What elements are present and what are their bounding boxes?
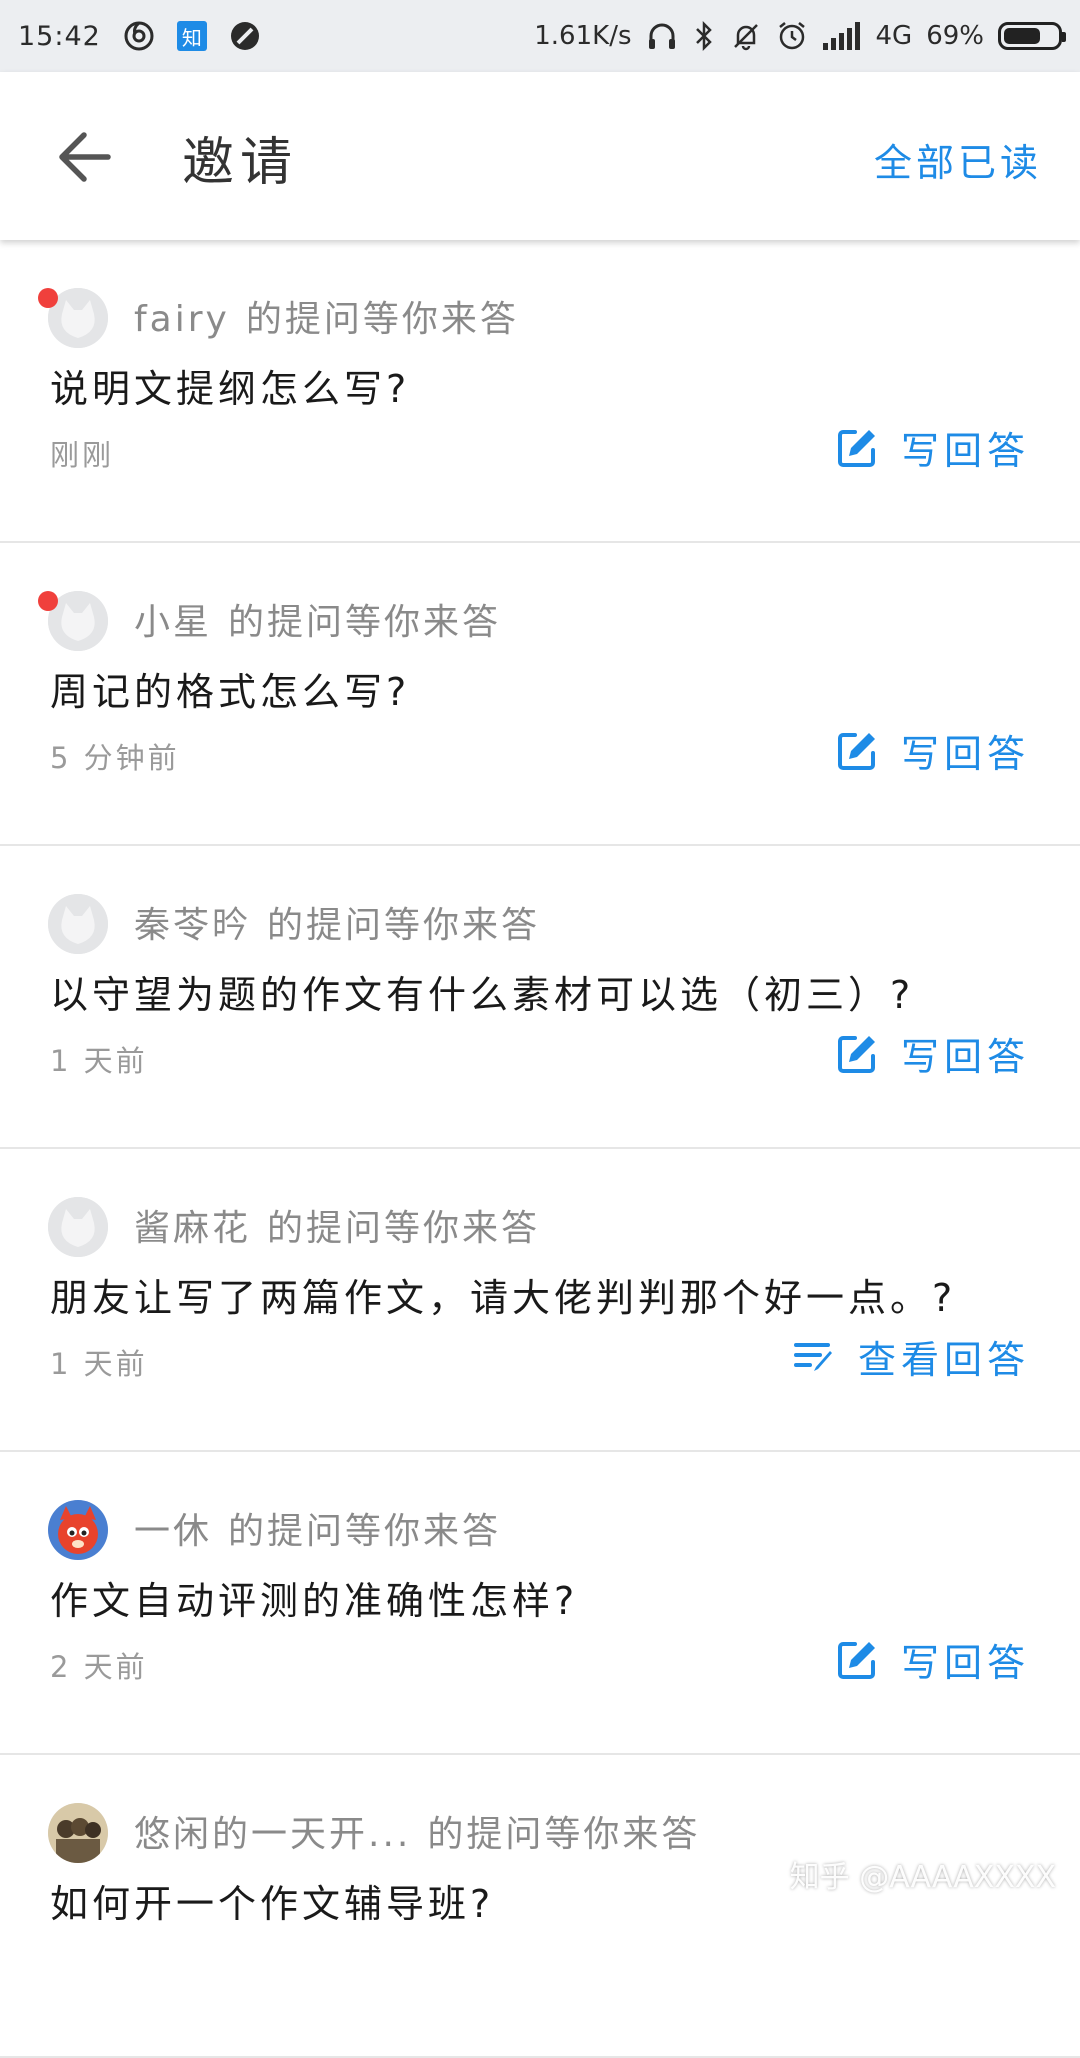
- timestamp: 1 天前: [50, 1347, 148, 1381]
- inviter-name[interactable]: 酱麻花: [134, 1208, 251, 1249]
- action-label: 查看回答: [857, 1338, 1030, 1382]
- edit-icon: [835, 1032, 879, 1076]
- invite-meta: 酱麻花 的提问等你来答: [134, 1199, 540, 1251]
- battery-fill: [1004, 28, 1040, 44]
- page-title: 邀请: [182, 133, 299, 193]
- list-item[interactable]: 酱麻花 的提问等你来答朋友让写了两篇作文，请大佬判判那个好一点。? 1 天前 查看回答: [0, 1149, 1080, 1452]
- dnd-icon: [229, 20, 261, 52]
- net-speed: 1.61K/s: [534, 21, 632, 51]
- write-answer-button[interactable]: 写回答: [835, 723, 1030, 778]
- invite-suffix: 的提问等你来答: [267, 905, 541, 946]
- unread-dot: [38, 591, 58, 611]
- avatar[interactable]: [48, 894, 108, 954]
- view-answers-icon: [792, 1335, 836, 1379]
- network-type: 4G: [875, 21, 913, 51]
- battery-icon: [998, 22, 1066, 50]
- edit-icon: [835, 729, 879, 773]
- list-item[interactable]: 小星 的提问等你来答周记的格式怎么写? 5 分钟前 写回答: [0, 543, 1080, 846]
- invite-suffix: 的提问等你来答: [427, 1814, 701, 1855]
- list-item[interactable]: 悠闲的一天开... 的提问等你来答 如何开一个作文辅导班?: [0, 1755, 1080, 2058]
- invite-meta: 一休 的提问等你来答: [134, 1502, 501, 1554]
- mark-all-read-button[interactable]: 全部已读: [874, 132, 1042, 187]
- action-label: 写回答: [900, 732, 1030, 776]
- clock: 15:42: [18, 20, 101, 52]
- timestamp: 刚刚: [50, 438, 115, 472]
- question-title[interactable]: 作文自动评测的准确性怎样?: [50, 1570, 578, 1625]
- headphones-icon: [646, 20, 678, 52]
- bell-off-icon: [730, 20, 762, 52]
- inviter-name[interactable]: 悠闲的一天开...: [134, 1814, 411, 1855]
- invite-meta: 小星 的提问等你来答: [134, 593, 501, 645]
- netease-music-icon: [123, 20, 155, 52]
- alarm-icon: [776, 20, 808, 52]
- invite-suffix: 的提问等你来答: [228, 1511, 502, 1552]
- invite-meta: 秦苓昑 的提问等你来答: [134, 896, 540, 948]
- zhihu-icon: 知: [176, 21, 207, 51]
- timestamp: 1 天前: [50, 1044, 148, 1078]
- question-title[interactable]: 周记的格式怎么写?: [50, 661, 410, 716]
- back-arrow-icon[interactable]: [54, 127, 114, 187]
- question-title[interactable]: 说明文提纲怎么写?: [50, 358, 410, 413]
- question-title[interactable]: 朋友让写了两篇作文，请大佬判判那个好一点。?: [50, 1267, 956, 1322]
- invite-suffix: 的提问等你来答: [245, 299, 519, 340]
- timestamp: 2 天前: [50, 1650, 148, 1684]
- question-title[interactable]: 以守望为题的作文有什么素材可以选（初三）?: [50, 964, 914, 1019]
- app-header: 邀请 全部已读: [0, 72, 1080, 240]
- list-item[interactable]: 一休 的提问等你来答作文自动评测的准确性怎样? 2 天前 写回答: [0, 1452, 1080, 1755]
- avatar[interactable]: [48, 1197, 108, 1257]
- invite-meta: 悠闲的一天开... 的提问等你来答: [134, 1805, 700, 1857]
- signal-icon: [822, 21, 862, 51]
- inviter-name[interactable]: fairy: [134, 299, 230, 340]
- inviter-name[interactable]: 秦苓昑: [134, 905, 251, 946]
- avatar[interactable]: [48, 1500, 108, 1560]
- list-item[interactable]: fairy 的提问等你来答说明文提纲怎么写? 刚刚 写回答: [0, 240, 1080, 543]
- write-answer-button[interactable]: 写回答: [835, 1632, 1030, 1687]
- invite-meta: fairy 的提问等你来答: [134, 290, 519, 342]
- status-bar: 15:42 知 1.61K/s 4G 69%: [0, 0, 1080, 72]
- battery-percent: 69%: [926, 21, 984, 51]
- timestamp: 5 分钟前: [50, 741, 180, 775]
- unread-dot: [38, 288, 58, 308]
- action-label: 写回答: [900, 429, 1030, 473]
- write-answer-button[interactable]: 写回答: [835, 420, 1030, 475]
- avatar[interactable]: [48, 1803, 108, 1863]
- view-answers-button[interactable]: 查看回答: [792, 1329, 1030, 1384]
- edit-icon: [835, 426, 879, 470]
- invite-suffix: 的提问等你来答: [267, 1208, 541, 1249]
- list-item[interactable]: 秦苓昑 的提问等你来答以守望为题的作文有什么素材可以选（初三）? 1 天前 写回答: [0, 846, 1080, 1149]
- invite-suffix: 的提问等你来答: [228, 602, 502, 643]
- action-label: 写回答: [900, 1035, 1030, 1079]
- action-label: 写回答: [900, 1641, 1030, 1685]
- watermark: 知乎 @AAAAXXXX: [789, 1860, 1056, 1895]
- invitation-list: fairy 的提问等你来答 说明文提纲怎么写? 刚刚 写回答 小星 的提问等你来答 周记的格式…: [0, 240, 1080, 2058]
- bluetooth-icon: [692, 20, 716, 52]
- inviter-name[interactable]: 一休: [134, 1511, 212, 1552]
- edit-icon: [835, 1638, 879, 1682]
- inviter-name[interactable]: 小星: [134, 602, 212, 643]
- write-answer-button[interactable]: 写回答: [835, 1026, 1030, 1081]
